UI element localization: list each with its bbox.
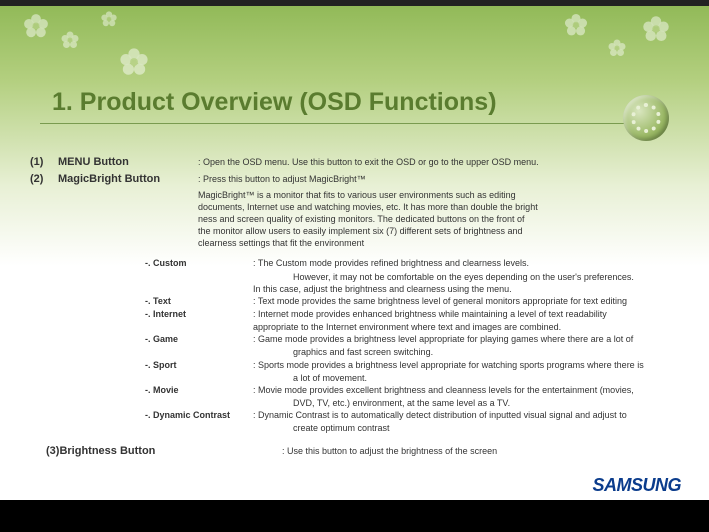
item-label: MENU Button: [58, 155, 198, 170]
mode-row: -. Sport: Sports mode provides a brightn…: [145, 359, 679, 371]
mode-desc: : Game mode provides a brightness level …: [253, 333, 679, 345]
top-bar: [0, 0, 709, 6]
mode-desc: : Dynamic Contrast is to automatically d…: [253, 409, 679, 421]
mode-name: -. Dynamic Contrast: [145, 409, 253, 421]
mode-name: -. Text: [145, 295, 253, 307]
item-desc: : Open the OSD menu. Use this button to …: [198, 155, 679, 170]
item-number: (2): [30, 172, 58, 187]
bottom-bar: [0, 500, 709, 532]
item-number: (1): [30, 155, 58, 170]
item-label: (3)Brightness Button: [30, 444, 282, 459]
mode-desc-cont: create optimum contrast: [293, 422, 679, 434]
mode-desc: : Internet mode provides enhanced bright…: [253, 308, 679, 320]
item-label: MagicBright Button: [58, 172, 198, 187]
item-row-3: (3)Brightness Button : Use this button t…: [30, 444, 679, 459]
samsung-logo: SAMSUNG: [592, 475, 681, 496]
flower-decoration: [60, 30, 80, 50]
mode-desc-cont: In this case, adjust the brightness and …: [253, 283, 679, 295]
flower-decoration: [100, 10, 118, 28]
magicbright-body: MagicBright™ is a monitor that fits to v…: [198, 189, 679, 250]
mode-row: -. Internet: Internet mode provides enha…: [145, 308, 679, 320]
flower-decoration: [563, 12, 589, 38]
gear-badge-icon: [623, 95, 669, 141]
mode-row: -. Dynamic Contrast: Dynamic Contrast is…: [145, 409, 679, 421]
mode-desc-cont: appropriate to the Internet environment …: [253, 321, 679, 333]
mode-desc-cont: graphics and fast screen switching.: [293, 346, 679, 358]
mode-name: -. Internet: [145, 308, 253, 320]
mode-desc-cont: However, it may not be comfortable on th…: [293, 271, 679, 283]
mode-name: -. Game: [145, 333, 253, 345]
page-title: 1. Product Overview (OSD Functions): [52, 88, 497, 117]
item-row-2: (2) MagicBright Button : Press this butt…: [30, 172, 679, 187]
flower-decoration: [118, 46, 150, 78]
mode-desc-cont: a lot of movement.: [293, 372, 679, 384]
mode-desc: : Sports mode provides a brightness leve…: [253, 359, 679, 371]
modes-list: -. Custom: The Custom mode provides refi…: [145, 257, 679, 434]
flower-decoration: [22, 12, 50, 40]
mode-name: -. Movie: [145, 384, 253, 396]
mode-desc: : The Custom mode provides refined brigh…: [253, 257, 679, 269]
flower-decoration: [641, 14, 671, 44]
mode-row: -. Text: Text mode provides the same bri…: [145, 295, 679, 307]
mode-row: -. Game: Game mode provides a brightness…: [145, 333, 679, 345]
mode-desc: : Text mode provides the same brightness…: [253, 295, 679, 307]
item-desc: : Use this button to adjust the brightne…: [282, 444, 497, 459]
item-row-1: (1) MENU Button : Open the OSD menu. Use…: [30, 155, 679, 170]
content-area: (1) MENU Button : Open the OSD menu. Use…: [30, 155, 679, 459]
mode-row: -. Custom: The Custom mode provides refi…: [145, 257, 679, 269]
mode-row: -. Movie: Movie mode provides excellent …: [145, 384, 679, 396]
mode-desc-cont: DVD, TV, etc.) environment, at the same …: [293, 397, 679, 409]
flower-decoration: [607, 38, 627, 58]
mode-desc: : Movie mode provides excellent brightne…: [253, 384, 679, 396]
title-underline: [40, 123, 640, 124]
item-desc: : Press this button to adjust MagicBrigh…: [198, 172, 679, 187]
mode-name: -. Sport: [145, 359, 253, 371]
mode-name: -. Custom: [145, 257, 253, 269]
